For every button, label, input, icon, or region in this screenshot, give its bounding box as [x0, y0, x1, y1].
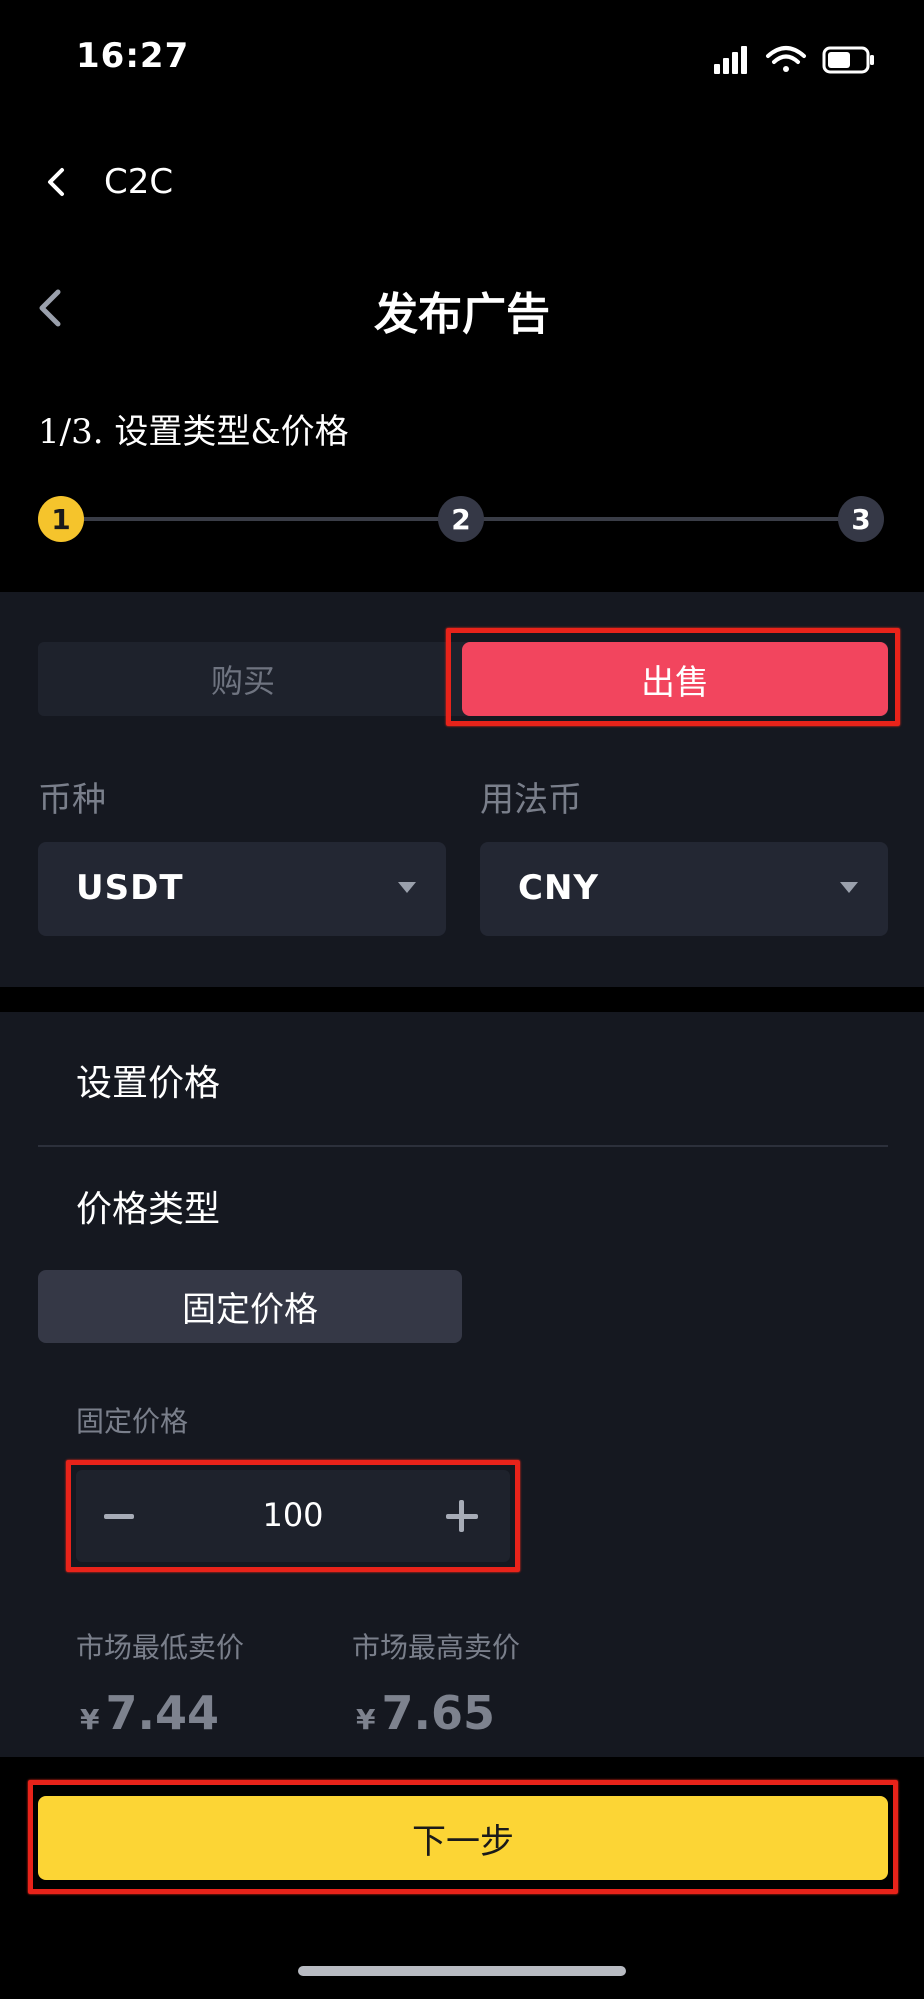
wifi-icon [766, 46, 806, 72]
currency-symbol: ¥ [356, 1703, 376, 1736]
highlight-box-next [28, 1780, 898, 1894]
home-indicator [298, 1966, 626, 1976]
coin-label: 币种 [38, 780, 106, 820]
market-min-value: 7.44 [105, 1686, 219, 1740]
fiat-label: 用法币 [480, 780, 582, 820]
status-time: 16:27 [76, 36, 190, 76]
step-dot-3: 3 [838, 496, 884, 542]
section-title: 设置价格 [76, 1063, 221, 1104]
fiat-select[interactable]: CNY [480, 842, 888, 936]
status-icons [714, 46, 874, 74]
step-dot-1: 1 [38, 496, 84, 542]
signal-icon [714, 46, 747, 74]
currency-symbol: ¥ [80, 1703, 100, 1736]
page-title: 发布广告 [374, 289, 550, 340]
fixed-price-type-button[interactable]: 固定价格 [38, 1270, 462, 1343]
market-max-value: 7.65 [381, 1686, 495, 1740]
caret-down-icon [398, 882, 416, 893]
fiat-select-value: CNY [518, 868, 600, 908]
market-min-price: ¥ 7.44 [80, 1686, 219, 1740]
back-label[interactable]: C2C [104, 162, 173, 202]
caret-down-icon [840, 882, 858, 893]
market-max-price: ¥ 7.65 [356, 1686, 495, 1740]
back-arrow-icon[interactable] [44, 164, 68, 200]
price-type-title: 价格类型 [76, 1189, 221, 1230]
divider [38, 1145, 888, 1147]
fixed-price-label: 固定价格 [76, 1405, 189, 1438]
coin-select-value: USDT [76, 868, 184, 908]
market-min-label: 市场最低卖价 [76, 1631, 245, 1664]
step-label: 1/3. 设置类型&价格 [38, 412, 349, 452]
highlight-box-sell [446, 628, 900, 726]
highlight-box-stepper [66, 1460, 520, 1572]
buy-tab[interactable]: 购买 [38, 642, 448, 716]
step-dot-2: 2 [438, 496, 484, 542]
market-max-label: 市场最高卖价 [352, 1631, 521, 1664]
coin-select[interactable]: USDT [38, 842, 446, 936]
battery-icon [822, 46, 874, 74]
